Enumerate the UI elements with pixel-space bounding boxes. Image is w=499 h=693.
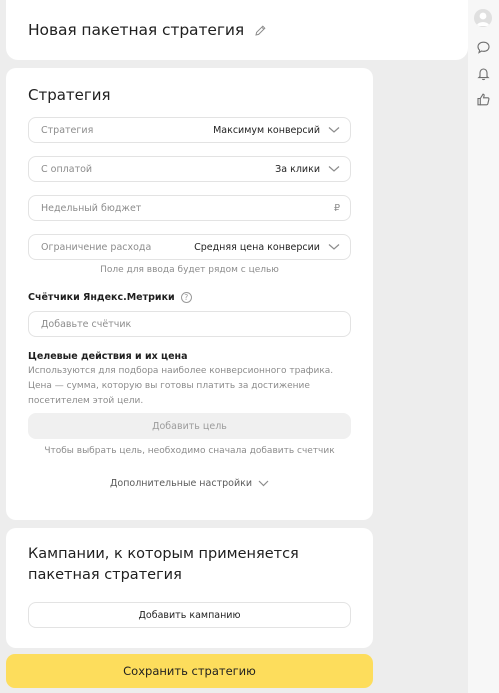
strategy-select[interactable]: Стратегия Максимум конверсий <box>28 117 351 143</box>
goals-description-line: посетителем этой цели. <box>28 396 144 406</box>
chevron-down-icon <box>328 166 340 172</box>
strategy-section-title: Стратегия <box>28 86 111 104</box>
add-goal-hint: Чтобы выбрать цель, необходимо сначала д… <box>44 446 335 456</box>
goals-description: Используются для подбора наиболее конвер… <box>28 364 358 409</box>
weekly-budget-input[interactable]: Недельный бюджет ₽ <box>28 195 351 221</box>
chevron-down-icon <box>258 480 269 487</box>
page-title: Новая пакетная стратегия <box>28 21 245 39</box>
payment-select-label: С оплатой <box>41 163 93 175</box>
bell-icon[interactable] <box>476 66 491 81</box>
goals-description-line: Цена — сумма, которую вы готовы платить … <box>28 381 310 391</box>
goals-heading: Целевые действия и их цена <box>28 351 188 362</box>
payment-select-value: За клики <box>275 163 320 175</box>
chat-icon[interactable] <box>476 40 491 55</box>
strategy-select-label: Стратегия <box>41 124 94 136</box>
add-campaign-button[interactable]: Добавить кампанию <box>28 602 351 628</box>
save-strategy-button[interactable]: Сохранить стратегию <box>6 654 373 688</box>
spend-limit-value: Средняя цена конверсии <box>194 241 320 253</box>
counter-input[interactable]: Добавьте счётчик <box>28 311 351 337</box>
spend-limit-label: Ограничение расхода <box>41 241 152 253</box>
weekly-budget-placeholder: Недельный бюджет <box>41 202 142 214</box>
counters-heading-text: Счётчики Яндекс.Метрики <box>28 292 175 303</box>
pencil-icon[interactable] <box>254 24 267 37</box>
thumbs-up-icon[interactable] <box>476 92 491 107</box>
chevron-down-icon <box>328 244 340 250</box>
help-icon[interactable]: ? <box>180 292 192 303</box>
avatar[interactable] <box>474 9 492 27</box>
campaigns-title: Кампании, к которым применяется пакетная… <box>28 546 299 583</box>
add-goal-button[interactable]: Добавить цель <box>28 413 351 439</box>
right-rail <box>468 0 499 693</box>
ruble-sign: ₽ <box>333 202 340 214</box>
strategy-card: Стратегия Стратегия Максимум конверсий С… <box>6 68 373 520</box>
payment-select[interactable]: С оплатой За клики <box>28 156 351 182</box>
counter-input-placeholder: Добавьте счётчик <box>41 318 132 330</box>
more-settings-label: Дополнительные настройки <box>109 478 253 489</box>
chevron-down-icon <box>328 127 340 133</box>
goals-heading-text: Целевые действия и их цена <box>28 351 188 362</box>
more-settings-toggle[interactable]: Дополнительные настройки <box>28 478 351 489</box>
counters-heading: Счётчики Яндекс.Метрики ? <box>28 292 192 303</box>
strategy-select-value: Максимум конверсий <box>213 124 320 136</box>
strategy-header: Новая пакетная стратегия <box>6 0 468 60</box>
goals-description-line: Используются для подбора наиболее конвер… <box>28 366 334 376</box>
campaigns-card: Кампании, к которым применяется пакетная… <box>6 528 373 648</box>
spend-limit-select[interactable]: Ограничение расхода Средняя цена конверс… <box>28 234 351 260</box>
spend-limit-hint: Поле для ввода будет рядом с целью <box>100 265 279 275</box>
